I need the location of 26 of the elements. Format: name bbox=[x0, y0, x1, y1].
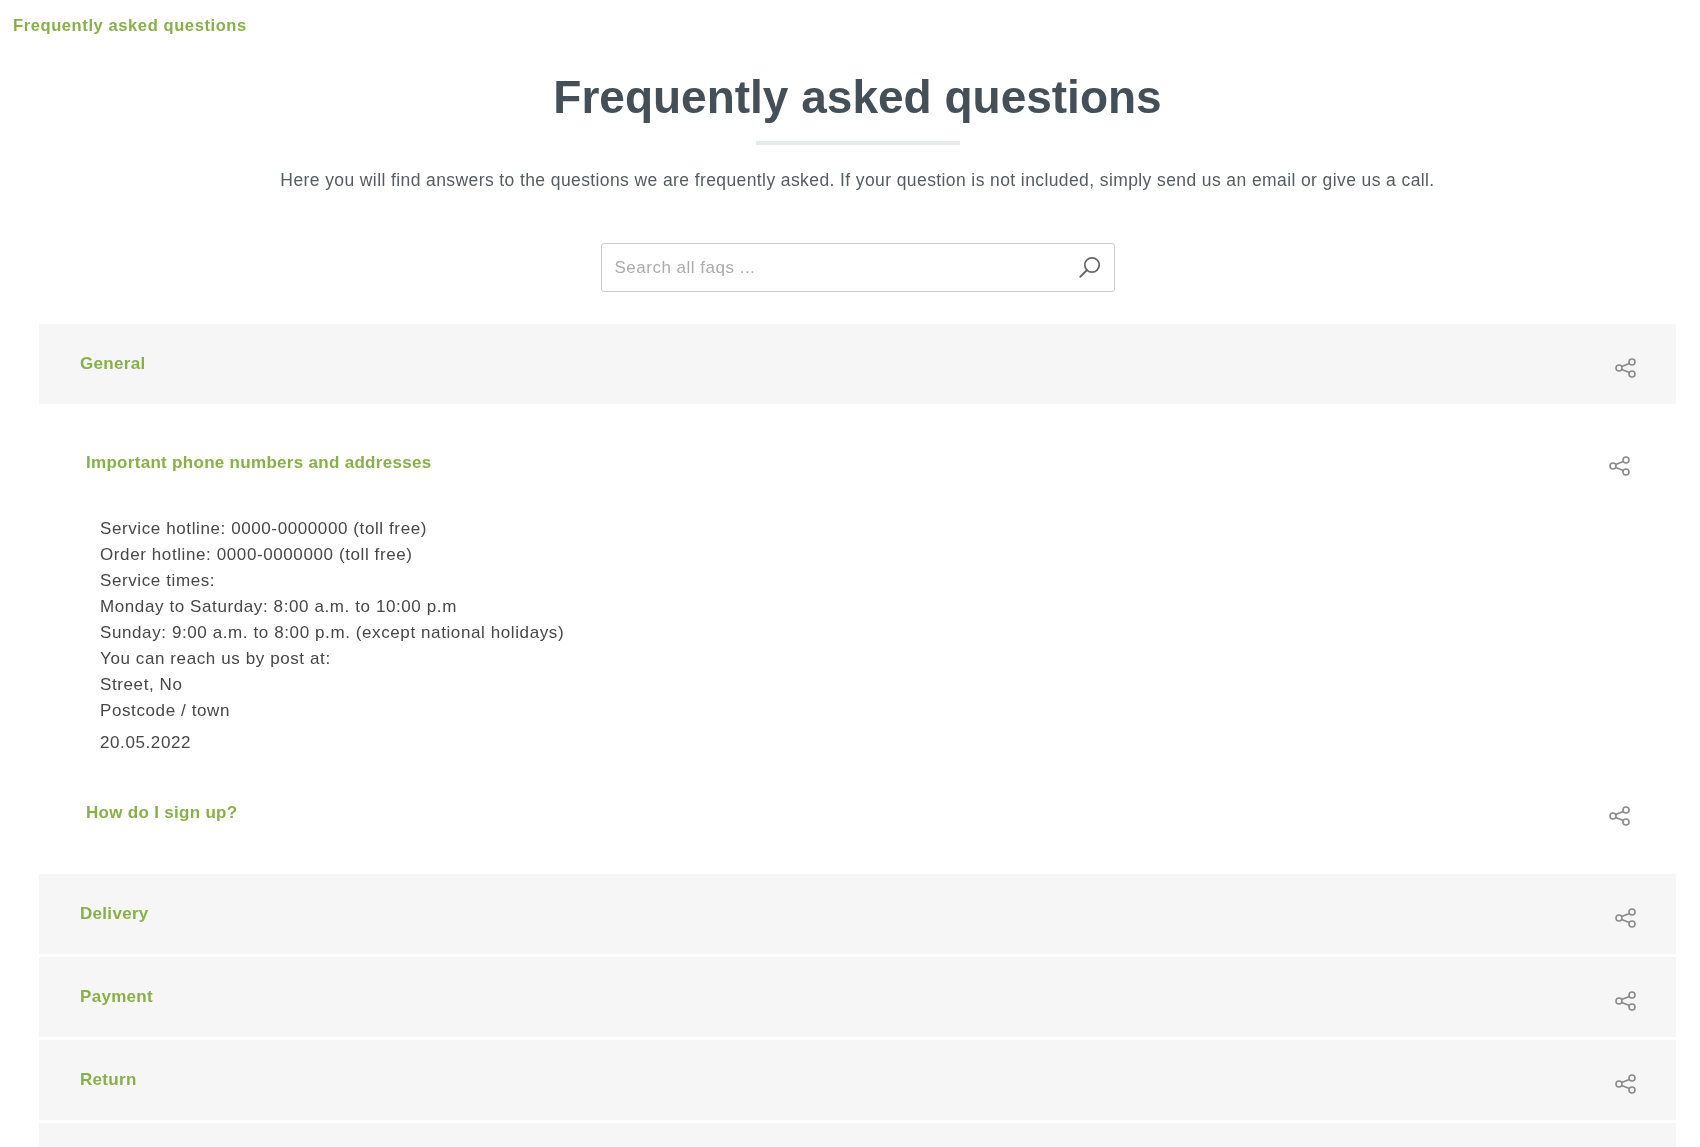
category-header[interactable]: Return bbox=[39, 1040, 1676, 1120]
answer-line: Order hotline: 0000-0000000 (toll free) bbox=[100, 544, 414, 566]
breadcrumb-link[interactable]: Frequently asked questions bbox=[13, 16, 247, 34]
answer-line: Monday to Saturday: 8:00 a.m. to 10:00 p.m bbox=[100, 596, 458, 618]
question-link[interactable]: How do I sign up? bbox=[86, 803, 238, 823]
answer-line: Service times: bbox=[100, 570, 217, 592]
answer-line: You can reach us by post at: bbox=[100, 648, 332, 670]
share-icon[interactable] bbox=[1615, 907, 1636, 928]
share-icon[interactable] bbox=[1609, 455, 1630, 476]
answer-line: Sunday: 9:00 a.m. to 8:00 p.m. (except national holidays) bbox=[100, 622, 566, 644]
search-field[interactable]: Search all faqs ... bbox=[600, 243, 1115, 292]
answer-line: Service hotline: 0000-0000000 (toll free) bbox=[100, 518, 428, 540]
answer-line: Street, No bbox=[100, 674, 184, 696]
page-title: Frequently asked questions bbox=[552, 70, 1163, 125]
intro-text: Here you will find answers to the questions we are frequently asked. If your question is not included, simply send us an email or give us a call. bbox=[279, 169, 1436, 192]
category-header[interactable]: General bbox=[39, 324, 1676, 404]
answer-line: Postcode / town bbox=[100, 700, 231, 722]
search-icon[interactable] bbox=[1078, 256, 1101, 278]
question-link[interactable]: Important phone numbers and addresses bbox=[86, 453, 432, 473]
category-header[interactable]: Delivery bbox=[39, 874, 1676, 954]
share-icon[interactable] bbox=[1609, 805, 1630, 826]
share-icon[interactable] bbox=[1615, 1073, 1636, 1094]
category-header[interactable]: Payment bbox=[39, 957, 1676, 1037]
share-icon[interactable] bbox=[1615, 990, 1636, 1011]
answer-date: 20.05.2022 bbox=[100, 732, 193, 754]
share-icon[interactable] bbox=[1615, 357, 1636, 378]
